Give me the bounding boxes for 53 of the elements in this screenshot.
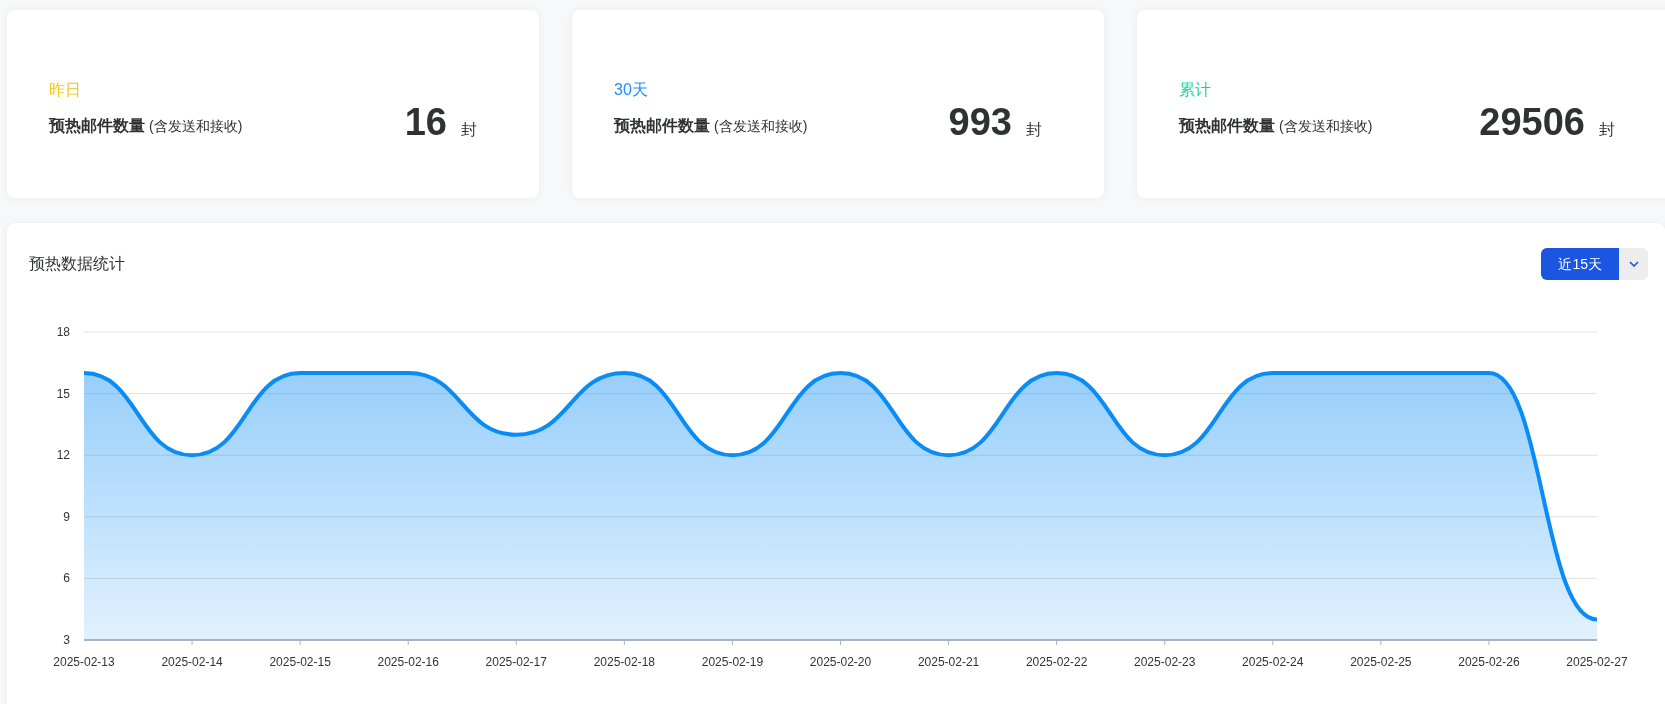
x-tick-label: 2025-02-18: [593, 655, 656, 669]
y-tick-label: 15: [56, 386, 70, 401]
stat-note: (含发送和接收): [714, 117, 808, 136]
x-tick-mark: [840, 639, 841, 646]
stat-note: (含发送和接收): [1279, 117, 1373, 136]
x-tick-mark: [731, 639, 733, 646]
x-tick-mark: [948, 639, 950, 646]
stat-unit: 封: [1026, 119, 1042, 140]
stat-value: 29506: [1479, 102, 1585, 141]
x-tick-label: 2025-02-20: [809, 655, 872, 669]
x-tick-label: 2025-02-23: [1134, 655, 1196, 669]
x-tick-label: 2025-02-27: [1566, 655, 1628, 669]
x-tick-mark: [191, 639, 193, 646]
x-tick-label: 2025-02-13: [53, 655, 115, 669]
x-tick-mark: [1272, 639, 1274, 646]
x-tick-label: 2025-02-17: [485, 655, 547, 669]
x-tick-label: 2025-02-21: [917, 655, 980, 669]
x-tick-label: 2025-02-22: [1025, 655, 1088, 669]
panel-title: 预热数据统计: [29, 254, 125, 274]
stat-unit: 封: [1599, 119, 1615, 140]
y-tick-label: 6: [63, 571, 70, 586]
x-tick-mark: [1056, 639, 1058, 646]
x-tick-mark: [515, 639, 517, 646]
x-tick-mark: [407, 639, 409, 646]
x-tick-label: 2025-02-25: [1350, 655, 1412, 669]
x-tick-label: 2025-02-19: [701, 655, 764, 669]
x-tick-label: 2025-02-16: [377, 655, 439, 669]
x-tick-mark: [1380, 639, 1382, 646]
stat-title: 预热邮件数量: [49, 116, 145, 136]
y-tick-label: 3: [63, 633, 70, 647]
x-tick-mark: [623, 639, 625, 646]
period-label: 累计: [1179, 80, 1212, 100]
y-tick-label: 12: [56, 448, 70, 463]
period-label: 30天: [614, 80, 649, 100]
stat-title: 预热邮件数量: [614, 116, 710, 136]
y-tick-label: 18: [56, 325, 70, 339]
x-tick-mark: [299, 639, 301, 646]
chevron-down-icon: [1628, 261, 1639, 267]
stat-value: 993: [948, 102, 1012, 141]
y-tick-label: 9: [63, 509, 70, 524]
dropdown-button[interactable]: [1619, 248, 1648, 280]
stat-value: 16: [404, 102, 447, 141]
x-tick-label: 2025-02-15: [269, 655, 331, 669]
x-tick-label: 2025-02-26: [1458, 655, 1520, 669]
stat-unit: 封: [461, 119, 477, 140]
stat-note: (含发送和接收): [149, 117, 243, 136]
x-tick-mark: [1488, 639, 1490, 646]
x-tick-label: 2025-02-14: [161, 655, 223, 669]
stat-title: 预热邮件数量: [1179, 116, 1275, 136]
period-label: 昨日: [49, 80, 82, 100]
x-tick-label: 2025-02-24: [1242, 655, 1304, 669]
x-tick-mark: [1164, 639, 1166, 646]
range-button[interactable]: 近15天: [1541, 248, 1619, 280]
